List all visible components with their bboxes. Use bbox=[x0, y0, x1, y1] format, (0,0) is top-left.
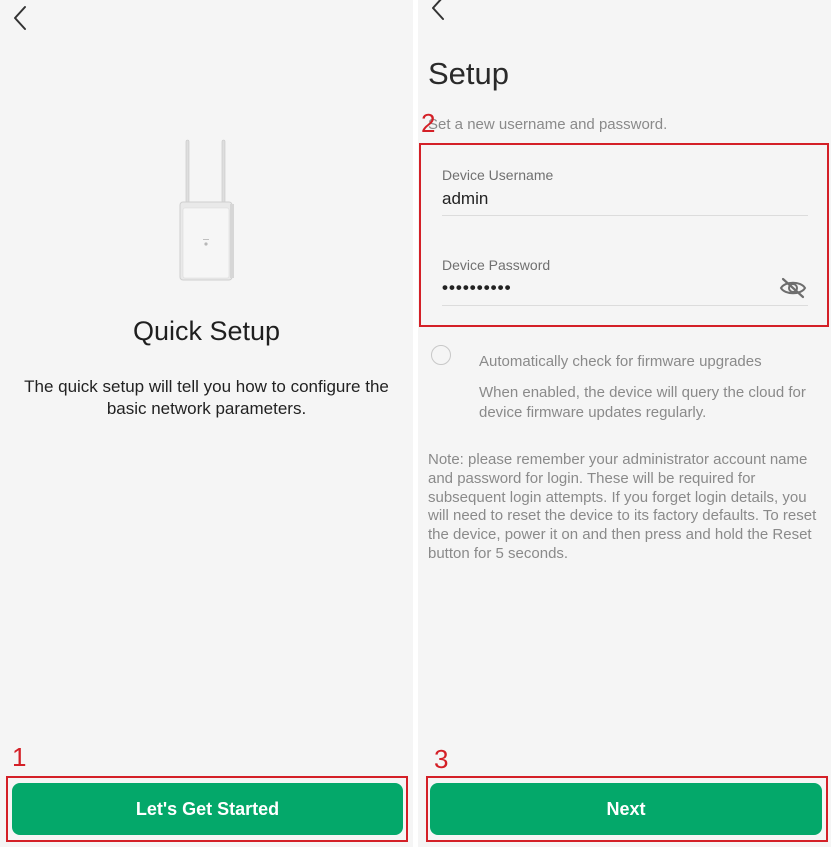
quick-setup-description: The quick setup will tell you how to con… bbox=[24, 377, 389, 418]
setup-screen: Setup Set a new username and password. D… bbox=[418, 0, 831, 847]
auto-upgrade-label: Automatically check for firmware upgrade… bbox=[479, 353, 762, 370]
screenshot-canvas: Quick Setup The quick setup will tell yo… bbox=[0, 0, 831, 847]
auto-upgrade-radio[interactable] bbox=[431, 345, 451, 365]
eye-off-icon bbox=[779, 277, 807, 299]
lets-get-started-button[interactable]: Let's Get Started bbox=[12, 783, 403, 835]
annotation-number-2: 2 bbox=[421, 108, 436, 138]
login-note: Note: please remember your administrator… bbox=[428, 451, 817, 562]
setup-title: Setup bbox=[428, 56, 510, 91]
password-underline bbox=[442, 305, 808, 306]
chevron-left-icon bbox=[14, 6, 26, 30]
chevron-left-icon bbox=[432, 0, 444, 20]
annotation-number-3: 3 bbox=[434, 744, 449, 774]
back-button[interactable] bbox=[428, 0, 452, 22]
setup-subtitle: Set a new username and password. bbox=[428, 116, 668, 133]
quick-setup-title: Quick Setup bbox=[132, 316, 281, 346]
username-input[interactable]: admin bbox=[442, 189, 488, 209]
next-button[interactable]: Next bbox=[430, 783, 822, 835]
password-label: Device Password bbox=[442, 257, 551, 273]
username-underline bbox=[442, 215, 808, 216]
password-visibility-toggle[interactable] bbox=[779, 276, 807, 300]
auto-upgrade-help-text: When enabled, the device will query the … bbox=[479, 384, 806, 421]
password-input[interactable]: •••••••••• bbox=[442, 278, 512, 298]
quick-setup-screen: Quick Setup The quick setup will tell yo… bbox=[0, 0, 413, 847]
back-button[interactable] bbox=[10, 4, 34, 32]
access-point-image bbox=[174, 138, 238, 284]
annotation-number-1: 1 bbox=[12, 742, 27, 772]
username-label: Device Username bbox=[442, 167, 554, 183]
